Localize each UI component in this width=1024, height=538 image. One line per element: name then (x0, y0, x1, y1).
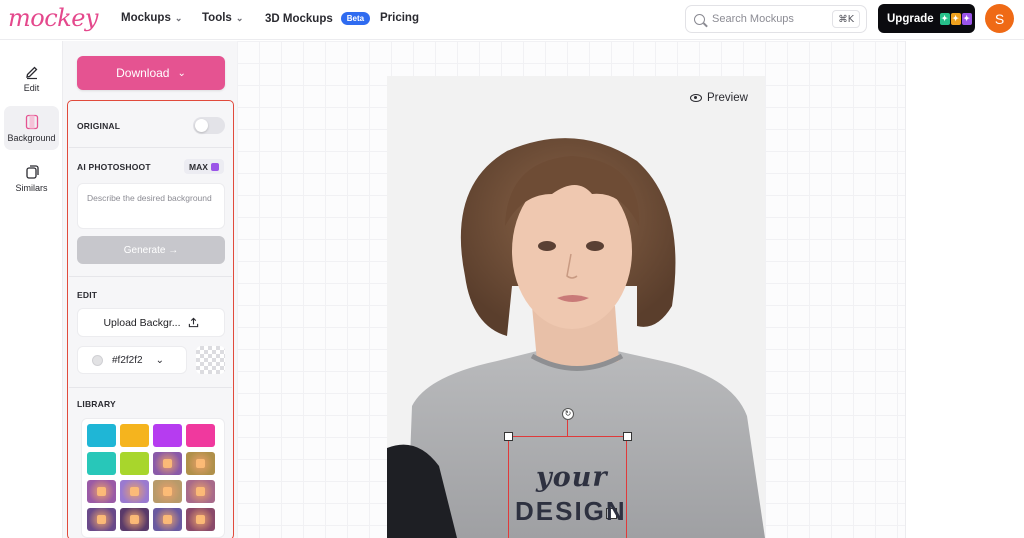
upload-icon (188, 317, 198, 328)
library-swatch[interactable] (153, 480, 182, 503)
background-icon (25, 114, 38, 129)
color-swatch (92, 354, 103, 366)
original-toggle[interactable] (193, 117, 225, 134)
photo-thumbnail-icon (196, 487, 205, 496)
nav-pricing-label: Pricing (380, 12, 419, 24)
photo-thumbnail-icon (163, 459, 172, 468)
photo-thumbnail-icon (130, 515, 139, 524)
library-swatch[interactable] (87, 508, 116, 531)
nav-mockups-label: Mockups (121, 12, 171, 24)
rotate-handle-icon[interactable]: ↻ (562, 408, 574, 420)
sparkle-icon: ✦ (950, 12, 961, 25)
nav-pricing[interactable]: Pricing (380, 12, 419, 24)
search-shortcut: ⌘K (832, 10, 860, 28)
divider (69, 147, 232, 148)
background-color-select[interactable]: #f2f2f2 ⌄ (77, 346, 187, 374)
library-swatch[interactable] (120, 424, 149, 447)
chevron-down-icon: ⌄ (174, 12, 183, 23)
rail-label-edit: Edit (23, 82, 40, 93)
library-grid (87, 424, 215, 531)
similars-icon (25, 164, 39, 179)
library-swatch[interactable] (186, 508, 215, 531)
preview-button[interactable]: Preview (690, 92, 748, 104)
nav-mockups[interactable]: Mockups ⌄ (121, 12, 182, 24)
resize-handle-top-right[interactable] (623, 432, 632, 441)
max-badge: MAX (184, 159, 224, 174)
color-value: #f2f2f2 (112, 354, 143, 366)
sparkle-icon (210, 162, 219, 171)
beta-badge: Beta (340, 12, 371, 25)
nav-3d-mockups-label: 3D Mockups (265, 12, 333, 25)
library-swatch[interactable] (186, 480, 215, 503)
right-panel (905, 41, 1024, 538)
photo-thumbnail-icon (97, 487, 106, 496)
rail-item-similars[interactable]: Similars (4, 156, 59, 200)
original-label: ORIGINAL (77, 121, 121, 131)
upgrade-button[interactable]: Upgrade ✦ ✦ ✦ (878, 4, 975, 33)
mockey-logo[interactable]: mockey (8, 4, 98, 32)
nav-3d-mockups[interactable]: 3D Mockups Beta (265, 12, 371, 25)
max-badge-label: MAX (189, 161, 208, 172)
edit-label: EDIT (77, 290, 98, 300)
library-label: LIBRARY (77, 399, 116, 409)
rail-label-background: Background (7, 132, 56, 143)
library-swatch[interactable] (186, 424, 215, 447)
transparent-background-button[interactable] (196, 346, 225, 374)
sparkle-icon: ✦ (961, 12, 972, 25)
ai-photoshoot-label: AI PHOTOSHOOT (77, 162, 151, 172)
rail-label-similars: Similars (15, 182, 48, 193)
sparkle-icon: ✦ (939, 12, 950, 25)
rail-item-edit[interactable]: Edit (4, 56, 59, 100)
nav-tools-label: Tools (202, 12, 232, 24)
eye-icon (690, 94, 702, 102)
library-swatch[interactable] (120, 480, 149, 503)
tool-rail: Edit Background Similars (0, 41, 63, 538)
photo-thumbnail-icon (130, 487, 139, 496)
generate-button[interactable]: Generate → (77, 236, 225, 264)
preview-label: Preview (707, 92, 748, 104)
upload-background-button[interactable]: Upload Backgr... (77, 308, 225, 337)
library-swatch[interactable] (87, 424, 116, 447)
nav-tools[interactable]: Tools ⌄ (202, 12, 243, 24)
pencil-icon (25, 66, 37, 79)
photo-thumbnail-icon (163, 515, 172, 524)
photo-thumbnail-icon (97, 515, 106, 524)
download-button[interactable]: Download ⌄ (77, 56, 225, 90)
resize-handle-top-left[interactable] (504, 432, 513, 441)
library-swatch[interactable] (120, 452, 149, 475)
background-library (81, 418, 225, 538)
chevron-down-icon: ⌄ (177, 67, 186, 79)
design-text-line1: your (536, 462, 608, 493)
background-panel: Download ⌄ ORIGINAL AI PHOTOSHOOT MAX De… (63, 41, 237, 538)
background-prompt-input[interactable]: Describe the desired background (77, 183, 225, 229)
top-navigation: mockey Mockups ⌄ Tools ⌄ 3D Mockups Beta… (0, 0, 1024, 40)
library-swatch[interactable] (120, 508, 149, 531)
rotate-connector (567, 420, 568, 436)
chevron-down-icon: ⌄ (235, 12, 244, 23)
upload-background-label: Upload Backgr... (103, 316, 181, 329)
library-swatch[interactable] (186, 452, 215, 475)
library-swatch[interactable] (153, 452, 182, 475)
photo-thumbnail-icon (196, 459, 205, 468)
library-swatch[interactable] (153, 424, 182, 447)
divider (69, 387, 232, 388)
photo-thumbnail-icon (196, 515, 205, 524)
avatar[interactable]: S (985, 4, 1014, 33)
download-label: Download (116, 66, 170, 80)
library-swatch[interactable] (87, 452, 116, 475)
toggle-knob (195, 119, 208, 132)
search-input[interactable]: Search Mockups ⌘K (685, 5, 867, 33)
chevron-down-icon: ⌄ (155, 354, 164, 366)
library-swatch[interactable] (87, 480, 116, 503)
upgrade-badges: ✦ ✦ ✦ (939, 12, 972, 25)
search-placeholder: Search Mockups (712, 13, 794, 25)
divider (69, 276, 232, 277)
library-swatch[interactable] (153, 508, 182, 531)
search-icon (694, 13, 705, 25)
design-text-line2: DESIGN (515, 496, 627, 526)
photo-thumbnail-icon (163, 487, 172, 496)
upgrade-label: Upgrade (887, 12, 934, 25)
rail-item-background[interactable]: Background (4, 106, 59, 150)
